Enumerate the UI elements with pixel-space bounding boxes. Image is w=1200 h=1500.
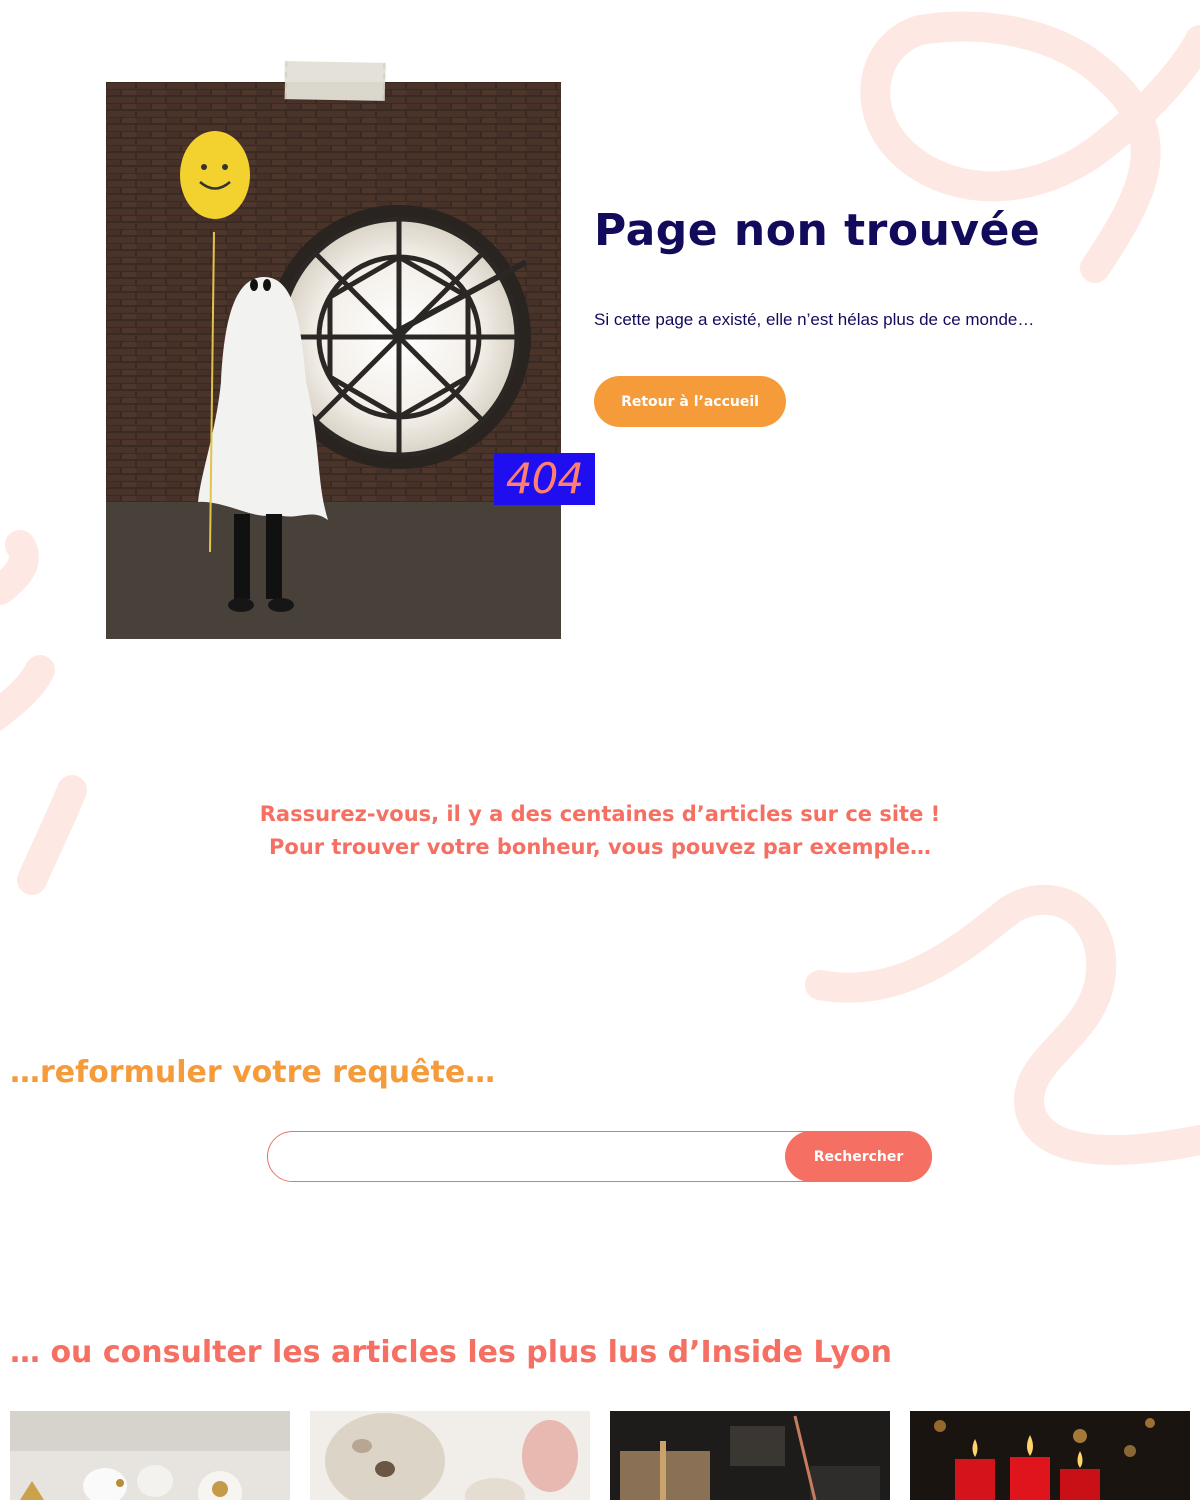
search-button[interactable]: Rechercher xyxy=(785,1131,932,1182)
page-title: Page non trouvée xyxy=(594,205,1041,256)
reassure-line-2: Pour trouver votre bonheur, vous pouvez … xyxy=(269,835,931,859)
search-heading: …reformuler votre requête… xyxy=(10,1055,496,1090)
article-3-image xyxy=(610,1411,890,1500)
reassure-line-1: Rassurez-vous, il y a des centaines d’ar… xyxy=(259,802,941,826)
article-2-image xyxy=(310,1411,590,1500)
popular-articles-list xyxy=(10,1411,1190,1500)
hero-ghost-photo xyxy=(106,82,561,639)
search-input[interactable] xyxy=(284,1133,788,1182)
article-4-image xyxy=(910,1411,1190,1500)
article-card-4[interactable] xyxy=(910,1411,1190,1500)
article-card-3[interactable] xyxy=(610,1411,890,1500)
error-code-badge: 404 xyxy=(494,453,595,505)
popular-articles-heading: … ou consulter les articles les plus lus… xyxy=(10,1335,893,1370)
search-form: Rechercher xyxy=(267,1131,932,1182)
page-subtitle: Si cette page a existé, elle n’est hélas… xyxy=(594,310,1035,329)
article-1-image xyxy=(10,1411,290,1500)
article-card-2[interactable] xyxy=(310,1411,590,1500)
tape-strip xyxy=(284,61,386,101)
article-card-1[interactable] xyxy=(10,1411,290,1500)
back-to-home-button[interactable]: Retour à l’accueil xyxy=(594,376,786,427)
reassure-message: Rassurez-vous, il y a des centaines d’ar… xyxy=(0,798,1200,864)
ghost-photo-illustration xyxy=(106,82,561,639)
